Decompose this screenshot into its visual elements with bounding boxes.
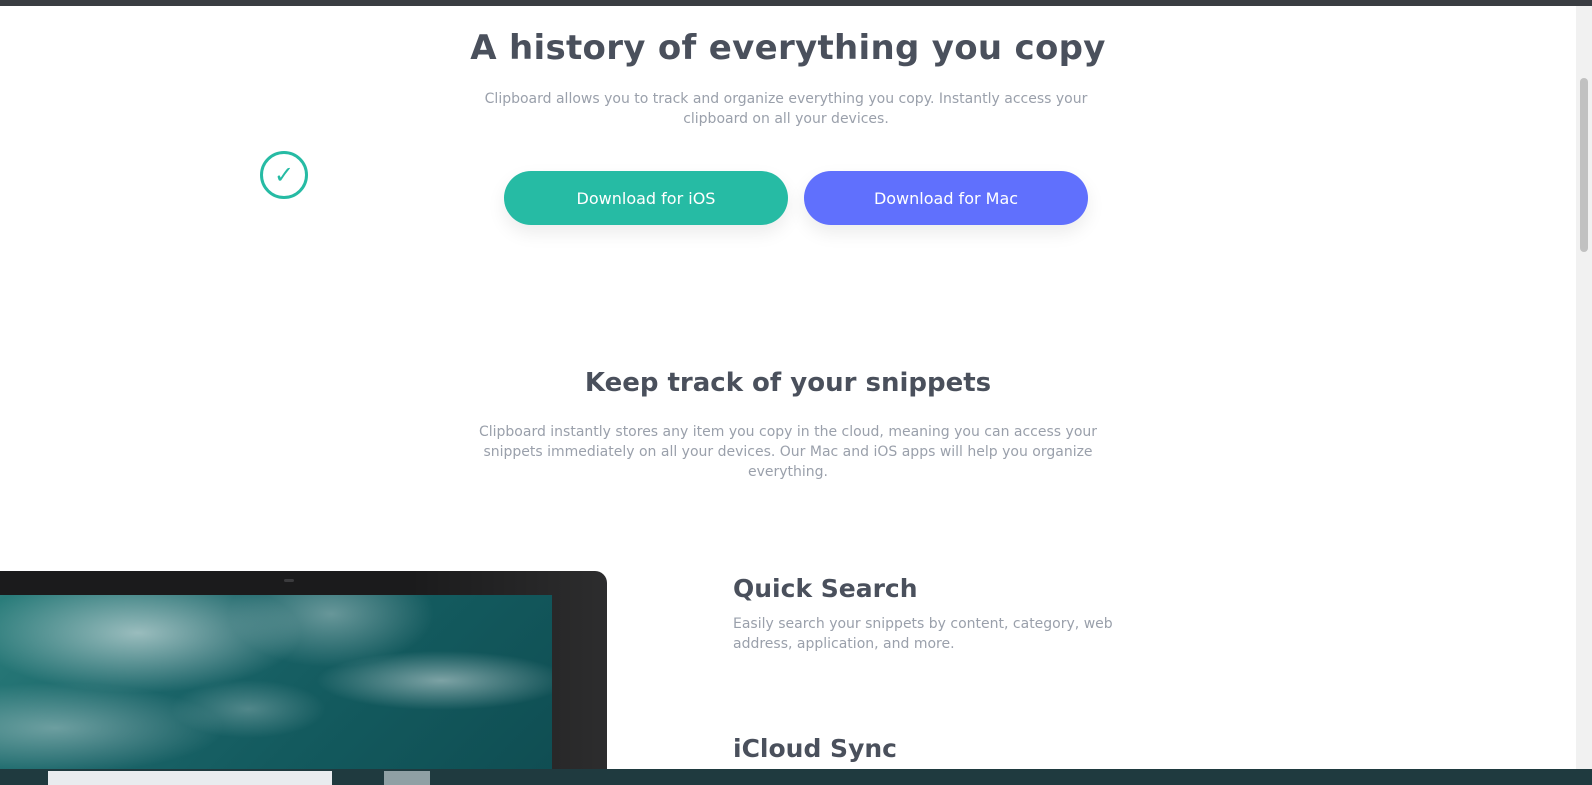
download-ios-button[interactable]: Download for iOS bbox=[504, 171, 788, 225]
page-viewport: A history of everything you copy Clipboa… bbox=[0, 6, 1576, 769]
laptop-screen-ocean-image bbox=[0, 595, 552, 769]
laptop-mockup bbox=[0, 571, 607, 769]
feature-title-quick-search: Quick Search bbox=[733, 574, 918, 603]
hero-title: A history of everything you copy bbox=[470, 28, 1106, 68]
hero-subtitle: Clipboard allows you to track and organi… bbox=[484, 91, 1088, 127]
snippets-subtitle: Clipboard instantly stores any item you … bbox=[478, 424, 1098, 480]
taskbar-item[interactable] bbox=[48, 771, 332, 785]
snippets-title: Keep track of your snippets bbox=[584, 368, 992, 398]
page-scrollbar[interactable] bbox=[1576, 6, 1592, 769]
taskbar bbox=[0, 769, 1592, 785]
taskbar-item[interactable] bbox=[384, 771, 430, 785]
laptop-camera bbox=[284, 579, 294, 582]
download-mac-button[interactable]: Download for Mac bbox=[804, 171, 1088, 225]
feature-desc-quick-search: Easily search your snippets by content, … bbox=[733, 616, 1113, 652]
check-icon: ✓ bbox=[260, 151, 308, 199]
feature-title-icloud-sync: iCloud Sync bbox=[733, 734, 897, 763]
scrollbar-thumb[interactable] bbox=[1580, 78, 1588, 252]
screen-confirmation-card: ✓ bbox=[164, 107, 404, 227]
